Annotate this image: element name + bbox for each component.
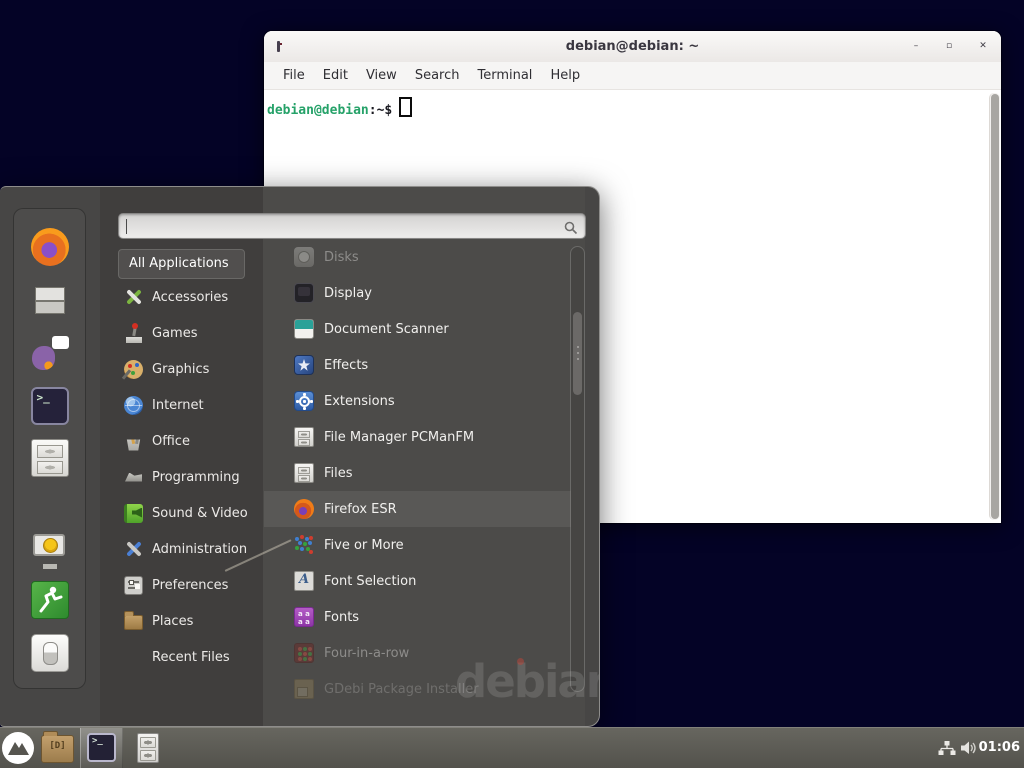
display-icon — [294, 283, 314, 303]
terminal-icon — [87, 733, 116, 762]
search-input[interactable] — [118, 213, 586, 239]
taskbar: 01:06 — [0, 727, 1024, 768]
menu-scrollbar[interactable] — [570, 246, 585, 692]
games-icon — [124, 324, 143, 343]
menu-view[interactable]: View — [357, 62, 406, 90]
fonts-icon — [294, 607, 314, 627]
category-programming[interactable]: Programming — [118, 459, 263, 495]
category-office[interactable]: Office — [118, 423, 263, 459]
accessories-icon — [124, 288, 143, 307]
terminal-icon[interactable] — [31, 387, 69, 425]
category-internet[interactable]: Internet — [118, 387, 263, 423]
taskbar-clock[interactable]: 01:06 — [979, 728, 1020, 768]
category-preferences[interactable]: Preferences — [118, 567, 263, 603]
app-row-five-or-more[interactable]: Five or More — [264, 527, 571, 563]
volume-icon[interactable] — [960, 740, 978, 760]
preferences-icon — [124, 576, 143, 595]
logout-icon[interactable] — [31, 581, 69, 619]
lock-screen-icon[interactable] — [31, 531, 69, 569]
category-sound-video[interactable]: Sound & Video — [118, 495, 263, 531]
terminal-window-button[interactable] — [80, 728, 123, 768]
effects-icon — [294, 355, 314, 375]
prompt-symbols: :~$ — [369, 103, 392, 118]
application-menu: All Applications Accessories Games Graph… — [0, 186, 600, 727]
app-row-fonts[interactable]: Fonts — [264, 599, 571, 635]
office-icon — [124, 432, 143, 451]
terminal-scrollbar[interactable] — [989, 93, 1000, 520]
four-in-a-row-icon — [294, 643, 314, 663]
menu-scrollbar-thumb[interactable] — [573, 312, 582, 395]
terminal-menubar: File Edit View Search Terminal Help — [264, 62, 1001, 90]
menu-edit[interactable]: Edit — [314, 62, 357, 90]
menu-button[interactable] — [2, 732, 34, 764]
app-row-effects[interactable]: Effects — [264, 347, 571, 383]
terminal-titlebar[interactable]: debian@debian: ~ – ▫ ✕ — [264, 31, 1001, 63]
internet-icon — [124, 396, 143, 415]
network-icon[interactable] — [938, 741, 956, 760]
font-selection-icon — [294, 571, 314, 591]
app-row-extensions[interactable]: Extensions — [264, 383, 571, 419]
firefox-icon[interactable] — [31, 228, 69, 266]
software-packages-icon[interactable] — [31, 281, 69, 319]
category-accessories[interactable]: Accessories — [118, 279, 263, 315]
firefox-icon — [294, 499, 314, 519]
app-row-font-selection[interactable]: Font Selection — [264, 563, 571, 599]
menu-help[interactable]: Help — [541, 62, 589, 90]
maximize-button[interactable]: ▫ — [941, 31, 957, 62]
document-scanner-icon — [294, 319, 314, 339]
sound-video-icon — [124, 504, 143, 523]
places-icon — [124, 615, 143, 630]
pidgin-icon[interactable] — [31, 334, 69, 372]
search-icon — [564, 220, 578, 239]
terminal-cursor — [399, 97, 412, 117]
app-row-files[interactable]: Files — [264, 455, 571, 491]
gdebi-icon — [294, 679, 314, 699]
favorites-panel — [13, 208, 86, 689]
category-graphics[interactable]: Graphics — [118, 351, 263, 387]
category-places[interactable]: Places — [118, 603, 263, 639]
disks-icon — [294, 247, 314, 267]
five-or-more-icon — [294, 535, 314, 555]
administration-icon — [124, 540, 143, 559]
shell-prompt: debian@debian:~$ — [267, 97, 412, 118]
file-cabinet-icon — [294, 463, 314, 483]
file-cabinet-icon — [294, 427, 314, 447]
extensions-icon — [294, 391, 314, 411]
app-row-four-in-a-row: Four-in-a-row — [264, 635, 571, 671]
drawer-bottom — [140, 750, 156, 761]
desktop: debian@debian: ~ – ▫ ✕ File Edit View Se… — [0, 0, 1024, 768]
graphics-icon — [124, 360, 143, 379]
file-manager-launcher[interactable] — [41, 735, 74, 763]
app-row-document-scanner[interactable]: Document Scanner — [264, 311, 571, 347]
file-manager-icon[interactable] — [31, 439, 69, 477]
drawer-top — [140, 737, 156, 748]
text-caret — [126, 219, 127, 234]
app-row-firefox-esr[interactable]: Firefox ESR — [264, 491, 571, 527]
window-title: debian@debian: ~ — [264, 31, 1001, 62]
category-recent-files[interactable]: Recent Files — [118, 639, 263, 675]
app-row-pcmanfm[interactable]: File Manager PCManFM — [264, 419, 571, 455]
minimize-button[interactable]: – — [908, 31, 924, 62]
prompt-user: debian@debian — [267, 103, 369, 118]
shutdown-icon[interactable] — [31, 634, 69, 672]
menu-search[interactable]: Search — [406, 62, 469, 90]
app-row-display[interactable]: Display — [264, 275, 571, 311]
menu-terminal[interactable]: Terminal — [468, 62, 541, 90]
menu-file[interactable]: File — [274, 62, 314, 90]
close-button[interactable]: ✕ — [975, 31, 991, 62]
programming-icon — [124, 468, 143, 487]
mountain-logo-icon — [2, 732, 34, 764]
category-games[interactable]: Games — [118, 315, 263, 351]
terminal-scrollbar-thumb[interactable] — [991, 94, 999, 519]
app-row-disks: Disks — [264, 239, 571, 275]
running-man-glyph — [32, 582, 68, 618]
all-applications-button[interactable]: All Applications — [118, 249, 245, 279]
files-launcher[interactable] — [137, 733, 159, 763]
app-row-gdebi: GDebi Package Installer — [264, 671, 571, 707]
